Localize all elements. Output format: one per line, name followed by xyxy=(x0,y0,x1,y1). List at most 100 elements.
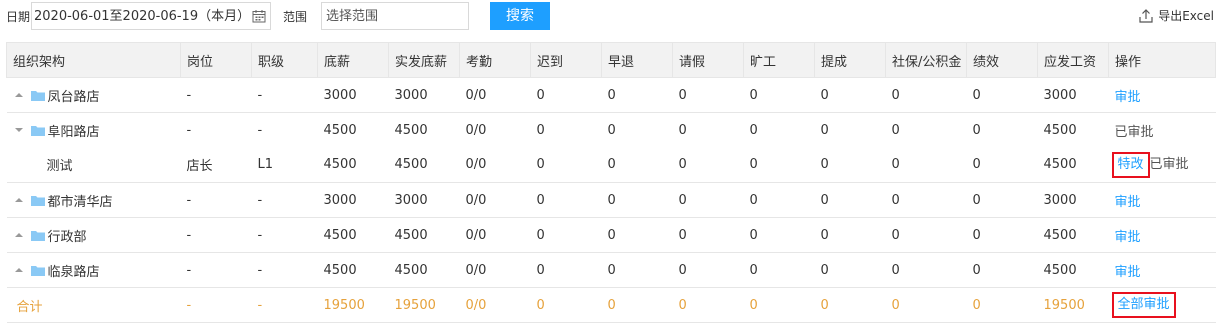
triangle-down-icon[interactable] xyxy=(13,125,25,135)
leave-cell: 0 xyxy=(672,287,744,323)
base-cell: 4500 xyxy=(317,252,389,288)
base-cell: 19500 xyxy=(317,287,389,323)
insurance-cell: 0 xyxy=(885,252,967,288)
action-cell: 审批 xyxy=(1108,182,1216,218)
absent-cell: 0 xyxy=(743,182,815,218)
triangle-up-icon[interactable] xyxy=(13,90,25,100)
header-action: 操作 xyxy=(1108,42,1216,78)
level-cell: - xyxy=(251,182,318,218)
search-button[interactable]: 搜索 xyxy=(490,2,550,30)
insurance-cell: 0 xyxy=(885,287,967,323)
header-org: 组织架构 xyxy=(6,42,181,78)
absent-cell: 0 xyxy=(743,77,815,113)
payable-cell: 3000 xyxy=(1037,182,1109,218)
insurance-cell: 0 xyxy=(885,217,967,253)
absent-cell: 0 xyxy=(743,287,815,323)
header-level: 职级 xyxy=(251,42,318,78)
commission-cell: 0 xyxy=(814,287,886,323)
header-late: 迟到 xyxy=(530,42,602,78)
attendance-cell: 0/0 xyxy=(459,217,531,253)
table-header-row: 组织架构 岗位 职级 底薪 实发底薪 考勤 迟到 早退 请假 旷工 提成 社保/… xyxy=(6,42,1216,78)
late-cell: 0 xyxy=(530,77,602,113)
approve-link[interactable]: 审批 xyxy=(1115,230,1141,245)
range-select[interactable]: 选择范围 xyxy=(321,2,469,30)
triangle-up-icon[interactable] xyxy=(13,195,25,205)
commission-cell: 0 xyxy=(814,252,886,288)
payable-cell: 19500 xyxy=(1037,287,1109,323)
insurance-cell: 0 xyxy=(891,122,900,138)
actual-base-cell: 4500 xyxy=(394,122,428,138)
export-excel-button[interactable]: 导出Excel xyxy=(1138,6,1214,26)
date-range-input[interactable]: 2020-06-01至2020-06-19（本月） xyxy=(31,2,271,30)
absent-cell: 0 xyxy=(743,217,815,253)
folder-icon xyxy=(30,230,45,241)
range-placeholder: 选择范围 xyxy=(326,9,379,24)
performance-cell: 0 xyxy=(966,147,1038,183)
header-absent: 旷工 xyxy=(743,42,815,78)
date-range-value: 2020-06-01至2020-06-19（本月） xyxy=(34,9,251,24)
triangle-up-icon[interactable] xyxy=(13,230,25,240)
late-cell: 0 xyxy=(530,252,602,288)
actual-base-cell: 4500 xyxy=(388,147,460,183)
org-name: 行政部 xyxy=(47,229,87,245)
approve-all-link[interactable]: 全部审批 xyxy=(1111,292,1176,318)
header-leave: 请假 xyxy=(672,42,744,78)
action-cell: 全部审批 xyxy=(1108,287,1216,323)
org-name: 阜阳路店 xyxy=(47,124,100,140)
commission-cell: 0 xyxy=(814,77,886,113)
absent-cell: 0 xyxy=(743,147,815,183)
commission-cell: 0 xyxy=(814,217,886,253)
early-cell: 0 xyxy=(601,217,673,253)
action-cell: 审批 xyxy=(1108,252,1216,288)
early-cell: 0 xyxy=(601,77,673,113)
post-cell: 店长 xyxy=(180,147,252,183)
total-label: 合计 xyxy=(6,287,181,323)
attendance-cell: 0/0 xyxy=(459,182,531,218)
post-cell: - xyxy=(180,252,252,288)
late-cell: 0 xyxy=(530,287,602,323)
early-cell: 0 xyxy=(601,287,673,323)
org-cell[interactable]: 临泉路店 xyxy=(6,252,181,288)
header-payable: 应发工资 xyxy=(1037,42,1109,78)
post-cell: - xyxy=(180,182,252,218)
approve-link[interactable]: 审批 xyxy=(1115,90,1141,105)
base-cell: 4500 xyxy=(317,147,389,183)
actual-base-cell: 3000 xyxy=(388,77,460,113)
folder-icon xyxy=(30,125,45,136)
special-edit-link[interactable]: 特改 xyxy=(1111,151,1150,178)
action-cell: 已审批 xyxy=(1109,113,1216,148)
header-commission: 提成 xyxy=(814,42,886,78)
insurance-cell: 0 xyxy=(885,147,967,183)
attendance-cell: 0/0 xyxy=(459,147,531,183)
early-cell: 0 xyxy=(601,182,673,218)
org-cell[interactable]: 行政部 xyxy=(6,217,181,253)
post-cell: - xyxy=(186,122,192,138)
action-cell: 特改 已审批 xyxy=(1108,147,1216,183)
post-cell: - xyxy=(180,217,252,253)
org-cell[interactable]: 都市清华店 xyxy=(6,182,181,218)
commission-cell: 0 xyxy=(814,147,886,183)
header-base: 底薪 xyxy=(317,42,389,78)
folder-icon xyxy=(30,195,45,206)
table-row: 行政部 - - 4500 4500 0/0 0 0 0 0 0 0 0 4500… xyxy=(6,217,1216,253)
performance-cell: 0 xyxy=(966,182,1038,218)
org-name: 都市清华店 xyxy=(47,194,113,210)
table-row: 临泉路店 - - 4500 4500 0/0 0 0 0 0 0 0 0 450… xyxy=(6,252,1216,288)
leave-cell: 0 xyxy=(672,252,744,288)
commission-cell: 0 xyxy=(814,182,886,218)
approve-link[interactable]: 审批 xyxy=(1115,265,1141,280)
level-cell: - xyxy=(251,252,318,288)
org-cell[interactable]: 阜阳路店 xyxy=(7,113,181,148)
payable-cell: 4500 xyxy=(1037,217,1109,253)
performance-cell: 0 xyxy=(966,287,1038,323)
approve-link[interactable]: 审批 xyxy=(1115,195,1141,210)
triangle-up-icon[interactable] xyxy=(13,265,25,275)
base-cell: 4500 xyxy=(317,217,389,253)
insurance-cell: 0 xyxy=(885,77,967,113)
leave-cell: 0 xyxy=(678,122,687,138)
post-cell: - xyxy=(180,77,252,113)
calendar-icon[interactable] xyxy=(252,9,266,23)
post-cell: - xyxy=(180,287,252,323)
header-insurance: 社保/公积金 xyxy=(885,42,967,78)
org-cell[interactable]: 凤台路店 xyxy=(6,77,181,113)
